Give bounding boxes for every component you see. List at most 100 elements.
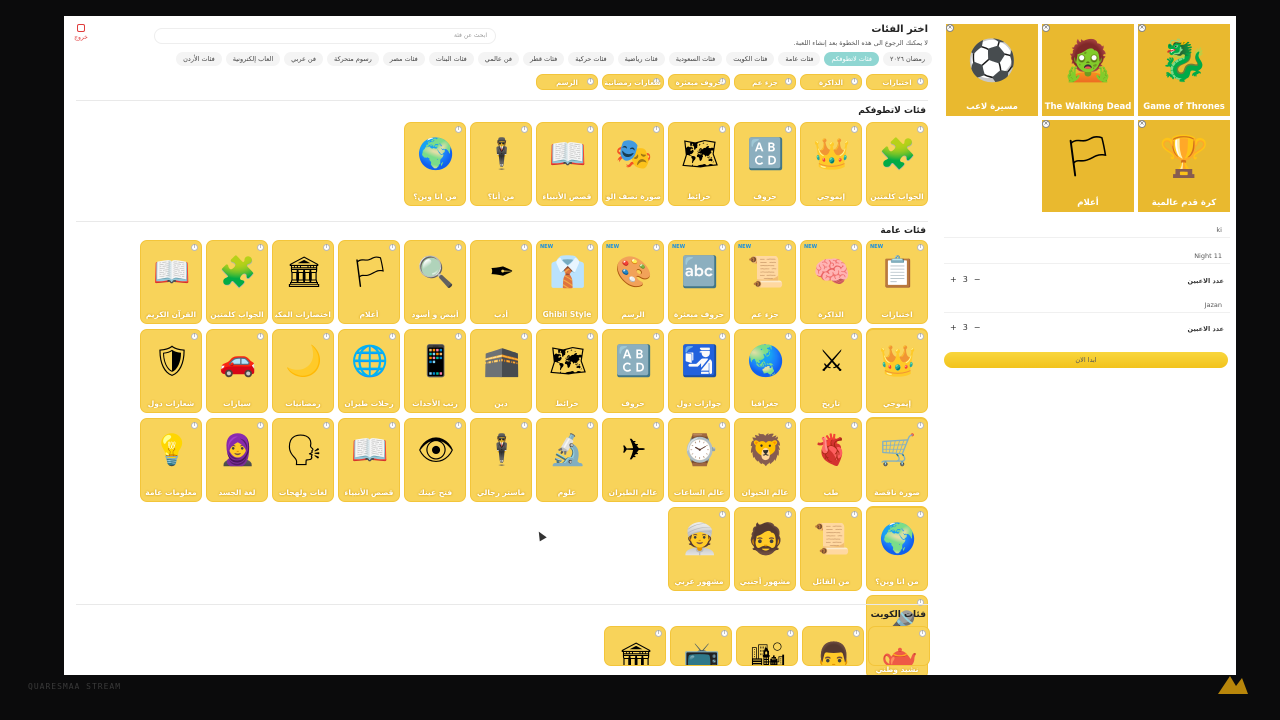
category-card[interactable]: 🎭i صورة نصف الوجه — [602, 122, 664, 206]
category-card[interactable]: i اختبارات — [866, 74, 928, 90]
category-card[interactable]: 🔠 i حروف — [602, 329, 664, 413]
info-icon[interactable]: i — [587, 422, 594, 429]
info-icon[interactable]: i — [917, 511, 924, 518]
remove-icon[interactable]: × — [1138, 24, 1146, 32]
category-card[interactable]: ⌚ i عالم الساعات — [668, 418, 730, 502]
info-icon[interactable]: i — [191, 333, 198, 340]
info-icon[interactable]: i — [655, 630, 662, 637]
info-icon[interactable]: i — [653, 333, 660, 340]
info-icon[interactable]: i — [455, 126, 462, 133]
category-card[interactable]: 📖 i قصص الأنبياء — [536, 122, 598, 206]
selected-category[interactable]: 🏳 × أعلام — [1042, 120, 1134, 212]
info-icon[interactable]: i — [587, 333, 594, 340]
tab-category[interactable]: فئات حركية — [568, 52, 614, 66]
team2-name-field[interactable]: Jazan — [944, 297, 1230, 313]
category-card[interactable]: 🏳 i أعلام — [338, 240, 400, 324]
category-card[interactable]: 📜 i NEW جزء عم — [734, 240, 796, 324]
tab-category[interactable]: فن عربي — [284, 52, 323, 66]
plus-icon[interactable]: + — [950, 323, 957, 332]
category-card[interactable]: 🧔 i مشهور أجنبي — [734, 507, 796, 591]
info-icon[interactable]: i — [521, 333, 528, 340]
info-icon[interactable]: i — [917, 333, 924, 340]
info-icon[interactable]: i — [853, 630, 860, 637]
category-card[interactable]: 🎨 i NEW الرسم — [602, 240, 664, 324]
info-icon[interactable]: i — [851, 126, 858, 133]
info-icon[interactable]: i — [323, 333, 330, 340]
info-icon[interactable]: i — [917, 422, 924, 429]
info-icon[interactable]: i — [323, 422, 330, 429]
category-card[interactable]: 🧕 i لغة الجسد — [206, 418, 268, 502]
category-card[interactable]: 👨 i — [802, 626, 864, 666]
info-icon[interactable]: i — [323, 244, 330, 251]
tab-category[interactable]: فئات رياضية — [617, 52, 665, 66]
category-card[interactable]: ⚔ i تاريخ — [800, 329, 862, 413]
tab-category[interactable]: رسوم متحركة — [326, 52, 379, 66]
selected-category[interactable]: 🧟 × The Walking Dead — [1042, 24, 1134, 116]
category-card[interactable]: 🌏 i جغرافيا — [734, 329, 796, 413]
category-card[interactable]: 🗣 i لغات ولهجات — [272, 418, 334, 502]
info-icon[interactable]: i — [785, 422, 792, 429]
tab-category[interactable]: فئات الكويت — [726, 52, 775, 66]
tab-category[interactable]: فئات البنات — [428, 52, 474, 66]
category-card[interactable]: 🫀 i طب — [800, 418, 862, 502]
info-icon[interactable]: i — [653, 422, 660, 429]
info-icon[interactable]: i — [521, 126, 528, 133]
exit-button[interactable]: خروج — [70, 24, 92, 41]
team1-stepper[interactable]: + 3 − — [950, 275, 981, 284]
category-card[interactable]: i حروف مبعثرة — [668, 74, 730, 90]
category-card[interactable]: 📋 i NEW اختبارات — [866, 240, 928, 324]
category-card[interactable]: 🧠 i NEW الذاكرة — [800, 240, 862, 324]
category-card[interactable]: 📖 i قصص الأنبياء — [338, 418, 400, 502]
category-card[interactable]: 🔍 i أبيض و أسود — [404, 240, 466, 324]
category-card[interactable]: 🌍 i من انا وين؟ — [866, 507, 928, 591]
category-card[interactable]: 🌍 i من انا وين؟ — [404, 122, 466, 206]
selected-category[interactable]: 🐉 × Game of Thrones — [1138, 24, 1230, 116]
info-icon[interactable]: i — [257, 244, 264, 251]
info-icon[interactable]: i — [787, 630, 794, 637]
selected-category[interactable]: ⚽ × مسيرة لاعب — [946, 24, 1038, 116]
category-card[interactable]: i الرسم — [536, 74, 598, 90]
selected-category[interactable]: 🏆 × كرة قدم عالمية — [1138, 120, 1230, 212]
category-card[interactable]: ✒ i أدب — [470, 240, 532, 324]
info-icon[interactable]: i — [455, 333, 462, 340]
tab-category[interactable]: العاب إلكترونية — [225, 52, 281, 66]
team1-name-field[interactable]: ki — [944, 222, 1230, 238]
info-icon[interactable]: i — [587, 244, 594, 251]
info-icon[interactable]: i — [719, 333, 726, 340]
category-card[interactable]: 👁 i فتح عينك — [404, 418, 466, 502]
category-card[interactable]: 🗺 i خرائط — [668, 122, 730, 206]
info-icon[interactable]: i — [719, 244, 726, 251]
category-card[interactable]: ✈ i عالم الطيران — [602, 418, 664, 502]
search-input[interactable]: ابحث عن فئة — [154, 28, 496, 44]
category-card[interactable]: 🌙 i رمضانيات — [272, 329, 334, 413]
tab-category[interactable]: فئات قطر — [522, 52, 565, 66]
category-card[interactable]: 🕴i من أنا؟ — [470, 122, 532, 206]
info-icon[interactable]: i — [455, 244, 462, 251]
info-icon[interactable]: i — [389, 244, 396, 251]
info-icon[interactable]: i — [851, 244, 858, 251]
info-icon[interactable]: i — [719, 511, 726, 518]
info-icon[interactable]: i — [851, 333, 858, 340]
info-icon[interactable]: i — [587, 126, 594, 133]
category-card[interactable]: 👑 i إيموجي — [866, 329, 928, 413]
info-icon[interactable]: i — [785, 244, 792, 251]
category-card[interactable]: 🧩 i الجواب كلمتين — [206, 240, 268, 324]
team2-stepper[interactable]: + 3 − — [950, 323, 981, 332]
game-name-field[interactable]: Night 11 — [944, 248, 1230, 264]
category-card[interactable]: 📜 i من القائل — [800, 507, 862, 591]
info-icon[interactable]: i — [191, 422, 198, 429]
category-card[interactable]: 📺 i — [670, 626, 732, 666]
remove-icon[interactable]: × — [946, 24, 954, 32]
category-card[interactable]: 👔 i NEW Ghibli Style — [536, 240, 598, 324]
category-card[interactable]: 🕴 i ماستر رجالي — [470, 418, 532, 502]
category-card[interactable]: 🌐 i رحلات طيران — [338, 329, 400, 413]
category-card[interactable]: i جزء عم — [734, 74, 796, 90]
info-icon[interactable]: i — [257, 333, 264, 340]
remove-icon[interactable]: × — [1042, 120, 1050, 128]
tab-category[interactable]: رمضان ٢٠٢٦ — [882, 52, 932, 66]
info-icon[interactable]: i — [721, 630, 728, 637]
category-card[interactable]: 📖 i القرآن الكريم — [140, 240, 202, 324]
info-icon[interactable]: i — [919, 630, 926, 637]
start-button[interactable]: ابدا الان — [944, 352, 1228, 368]
tab-category[interactable]: فئات لاتطوفكم — [824, 52, 879, 66]
